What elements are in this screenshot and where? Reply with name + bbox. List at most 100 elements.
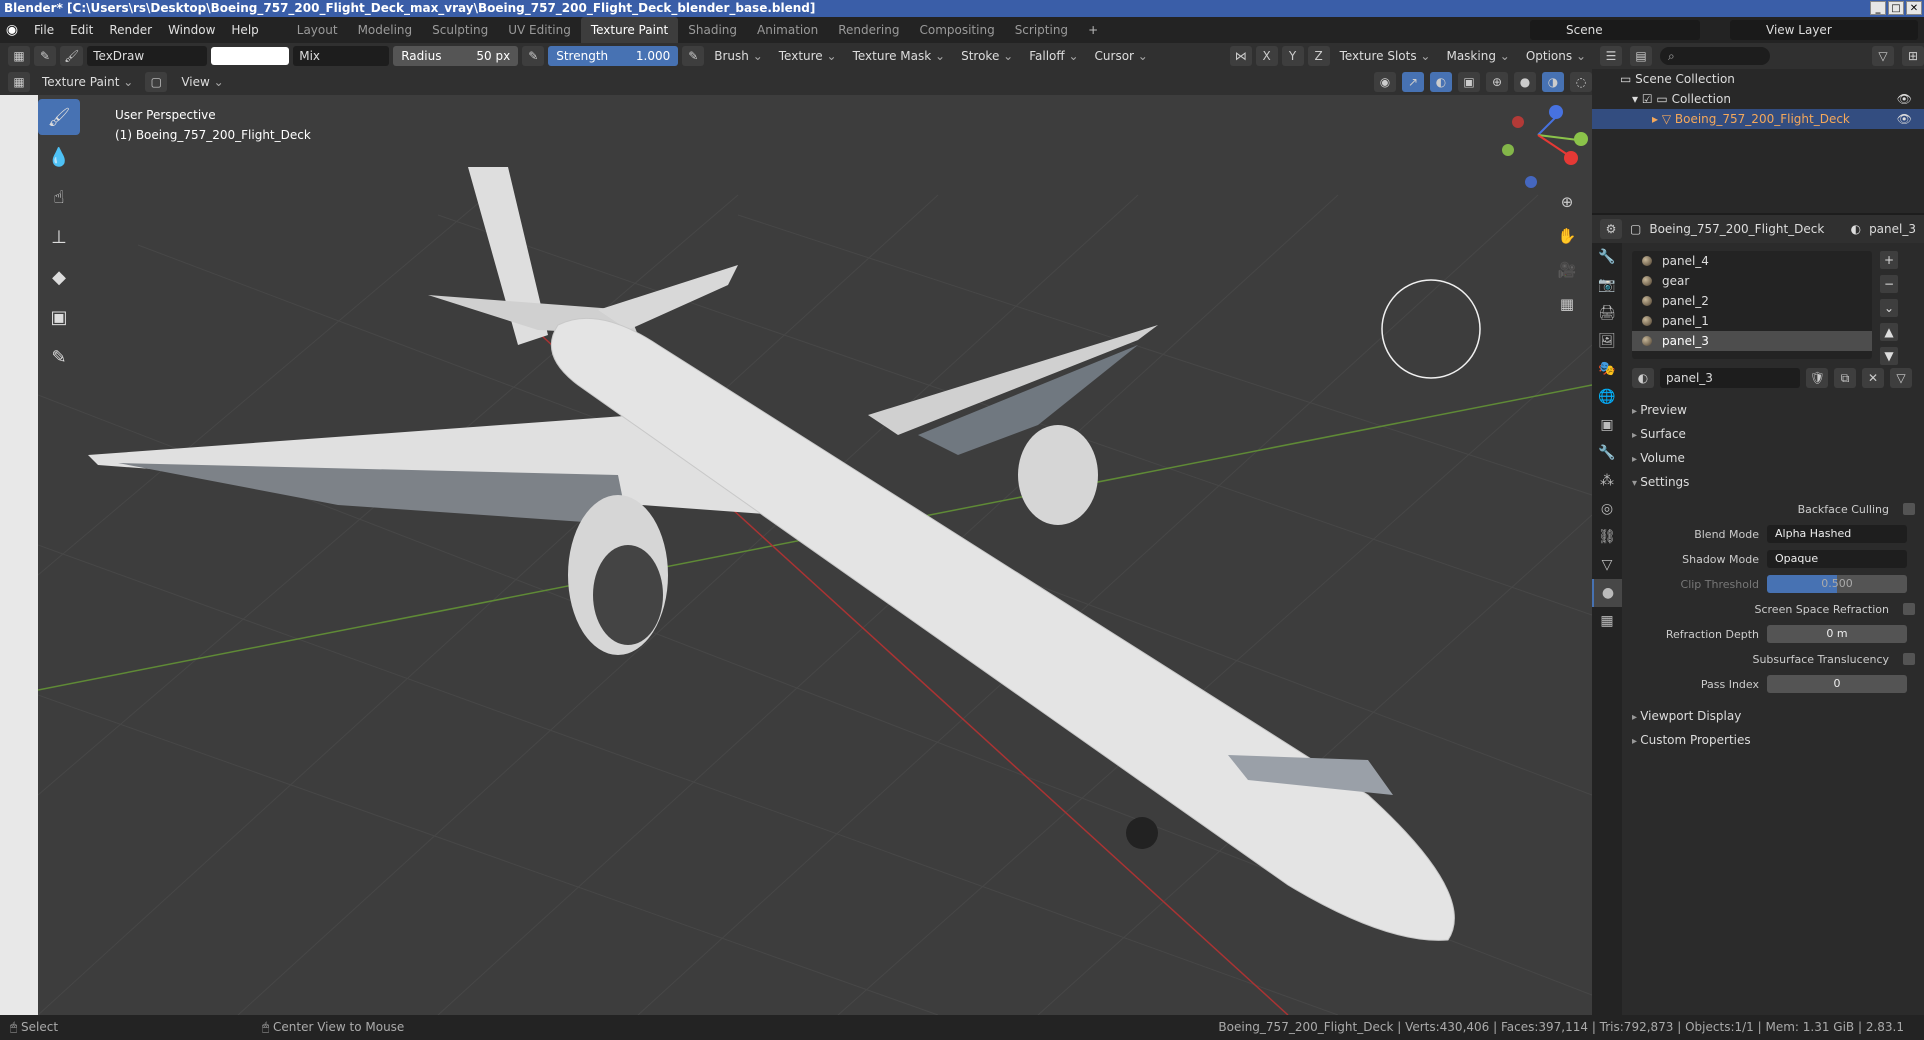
scene-selector[interactable]: Scene (1530, 20, 1700, 40)
fill-tool-icon[interactable]: ◆ (38, 259, 80, 295)
collection-checkbox[interactable]: ▾ ☑ ▭ (1632, 92, 1672, 106)
xray-icon[interactable]: ▣ (1458, 72, 1480, 92)
blend-dropdown[interactable]: Mix (293, 46, 390, 66)
radius-slider[interactable]: Radius 50 px (393, 46, 519, 66)
tab-uv-editing[interactable]: UV Editing (498, 17, 581, 43)
blend-mode-dropdown[interactable]: Alpha Hashed (1767, 525, 1907, 543)
menu-window[interactable]: Window (160, 17, 223, 43)
axis-z-toggle[interactable]: Z (1307, 46, 1330, 66)
brush-icon[interactable]: 🖌 (60, 46, 84, 66)
object-eye-icon[interactable]: 👁 (1897, 109, 1912, 129)
menu-file[interactable]: File (26, 17, 62, 43)
object-row[interactable]: ▸ ▽ Boeing_757_200_Flight_Deck 👁 (1592, 109, 1924, 129)
wireframe-shading-icon[interactable]: ⊕ (1486, 72, 1508, 92)
ortho-grid-icon[interactable]: ▦ (1555, 292, 1579, 316)
viewport-display-section[interactable]: Viewport Display (1632, 709, 1741, 723)
link-type-icon[interactable]: ▽ (1890, 368, 1912, 388)
masking-menu[interactable]: Masking (1440, 46, 1515, 66)
custom-properties-section[interactable]: Custom Properties (1632, 733, 1750, 747)
pass-index-field[interactable]: 0 (1767, 675, 1907, 693)
remove-slot-button[interactable]: − (1880, 275, 1898, 293)
scene-tab-icon[interactable]: 🎭 (1592, 355, 1622, 383)
volume-section[interactable]: Volume (1632, 451, 1685, 465)
axis-x-toggle[interactable]: X (1255, 46, 1278, 66)
tab-compositing[interactable]: Compositing (909, 17, 1004, 43)
fake-user-icon[interactable]: 🛡 (1805, 368, 1828, 388)
tab-shading[interactable]: Shading (678, 17, 747, 43)
cursor-menu[interactable]: Cursor (1089, 46, 1154, 66)
filter-icon[interactable]: ▽ (1872, 46, 1894, 66)
material-slot-selected[interactable]: panel_3 (1632, 331, 1872, 351)
material-shading-icon[interactable]: ◑ (1542, 72, 1564, 92)
view-layer-selector[interactable]: View Layer (1730, 20, 1918, 40)
mode-dropdown[interactable]: Texture Paint (36, 72, 139, 92)
tab-scripting[interactable]: Scripting (1005, 17, 1078, 43)
clone-tool-icon[interactable]: ⊥ (38, 219, 80, 255)
maximize-button[interactable]: □ (1888, 1, 1904, 15)
duplicate-material-icon[interactable]: ⧉ (1834, 368, 1856, 388)
ssr-checkbox[interactable] (1903, 603, 1915, 615)
physics-tab-icon[interactable]: ◎ (1592, 495, 1622, 523)
collection-eye-icon[interactable]: 👁 (1897, 89, 1912, 109)
tool-tab-icon[interactable]: 🔧 (1592, 243, 1622, 271)
move-down-button[interactable]: ▼ (1880, 347, 1898, 365)
close-button[interactable]: ✕ (1906, 1, 1922, 15)
shadow-mode-dropdown[interactable]: Opaque (1767, 550, 1907, 568)
symmetry-icon[interactable]: ⋈ (1229, 46, 1252, 66)
texture-tab-icon[interactable]: ▦ (1592, 607, 1622, 635)
brush-name-field[interactable]: TexDraw (87, 46, 208, 66)
tab-layout[interactable]: Layout (287, 17, 348, 43)
rendered-shading-icon[interactable]: ◌ (1570, 72, 1592, 92)
tab-modeling[interactable]: Modeling (348, 17, 423, 43)
render-tab-icon[interactable]: 📷 (1592, 271, 1622, 299)
tool-icon[interactable]: ✎ (34, 46, 56, 66)
properties-editor-icon[interactable]: ⚙ (1600, 219, 1622, 239)
solid-shading-icon[interactable]: ● (1514, 72, 1536, 92)
camera-icon[interactable]: 🎥 (1555, 258, 1579, 282)
color-swatch[interactable] (211, 47, 290, 65)
tab-rendering[interactable]: Rendering (828, 17, 909, 43)
tab-sculpting[interactable]: Sculpting (422, 17, 498, 43)
collection-row[interactable]: ▾ ☑ ▭ Collection 👁 (1592, 89, 1924, 109)
refraction-depth-field[interactable]: 0 m (1767, 625, 1907, 643)
slot-icon[interactable]: ▢ (145, 72, 168, 92)
object-tab-icon[interactable]: ▣ (1592, 411, 1622, 439)
visibility-icon[interactable]: ◉ (1374, 72, 1396, 92)
outliner-search-input[interactable]: ⌕ (1660, 47, 1770, 65)
3d-viewport[interactable] (38, 95, 1592, 1015)
menu-edit[interactable]: Edit (62, 17, 101, 43)
material-slot-list[interactable]: panel_4 gear panel_2 panel_1 panel_3 (1632, 251, 1872, 359)
material-slot[interactable]: gear (1632, 271, 1872, 291)
move-up-button[interactable]: ▲ (1880, 323, 1898, 341)
clip-threshold-slider[interactable]: 0.500 (1767, 575, 1907, 593)
scene-collection-row[interactable]: ▭ Scene Collection (1592, 69, 1924, 89)
backface-culling-checkbox[interactable] (1903, 503, 1915, 515)
mask-tool-icon[interactable]: ▣ (38, 299, 80, 335)
strength-slider[interactable]: Strength 1.000 (548, 46, 679, 66)
texture-slots-menu[interactable]: Texture Slots (1334, 46, 1437, 66)
annotate-tool-icon[interactable]: ✎ (38, 339, 80, 375)
modifier-tab-icon[interactable]: 🔧 (1592, 439, 1622, 467)
output-tab-icon[interactable]: 🖨 (1592, 299, 1622, 327)
particles-tab-icon[interactable]: ⁂ (1592, 467, 1622, 495)
minimize-button[interactable]: _ (1870, 1, 1886, 15)
material-name-field[interactable]: panel_3 (1660, 368, 1800, 388)
brush-menu[interactable]: Brush (708, 46, 769, 66)
display-mode-icon[interactable]: ▤ (1630, 46, 1652, 66)
add-slot-button[interactable]: + (1880, 251, 1898, 269)
smear-tool-icon[interactable]: ☝ (38, 179, 80, 215)
subsurface-checkbox[interactable] (1903, 653, 1915, 665)
slot-specials-button[interactable]: ⌄ (1880, 299, 1898, 317)
stroke-menu[interactable]: Stroke (955, 46, 1019, 66)
menu-help[interactable]: Help (223, 17, 266, 43)
soften-tool-icon[interactable]: 💧 (38, 139, 80, 175)
texture-menu[interactable]: Texture (773, 46, 843, 66)
data-tab-icon[interactable]: ▽ (1592, 551, 1622, 579)
menu-render[interactable]: Render (101, 17, 160, 43)
draw-tool-icon[interactable]: 🖌 (38, 99, 80, 135)
material-slot[interactable]: panel_4 (1632, 251, 1872, 271)
blender-logo-icon[interactable]: ◉ (0, 22, 24, 38)
settings-section[interactable]: Settings (1632, 475, 1689, 489)
view-layer-tab-icon[interactable]: 🖼 (1592, 327, 1622, 355)
strength-pressure-icon[interactable]: ✎ (682, 46, 705, 66)
